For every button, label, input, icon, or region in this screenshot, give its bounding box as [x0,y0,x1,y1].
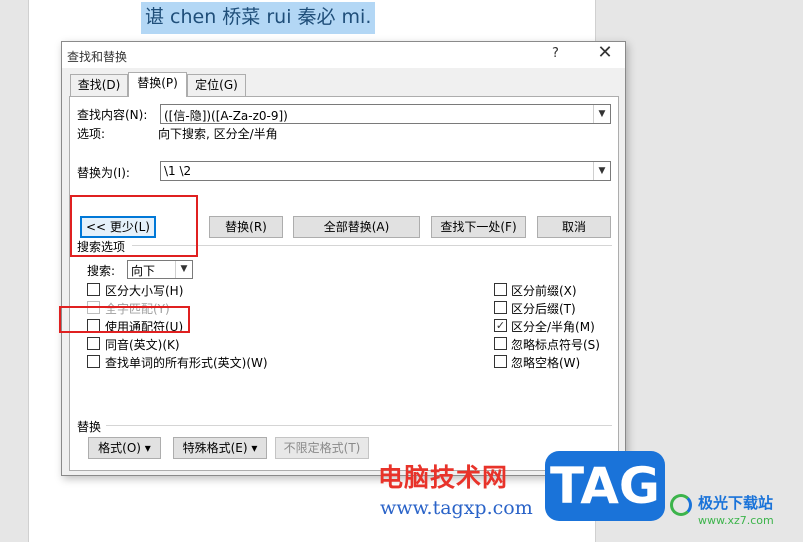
checkbox-ignore-spaces[interactable] [494,355,507,368]
checkbox-sounds-like-label[interactable]: 同音(英文)(K) [105,336,180,353]
search-direction-label: 搜索: [87,264,116,278]
dialog-titlebar[interactable]: 查找和替换 ? ✕ [62,42,625,68]
checkbox-all-word-forms-label[interactable]: 查找单词的所有形式(英文)(W) [105,354,268,371]
replace-label: 替换为(I): [77,166,130,180]
checkbox-sounds-like[interactable] [87,337,100,350]
checkbox-match-prefix[interactable] [494,283,507,296]
find-replace-dialog: 查找和替换 ? ✕ 查找(D) 替换(P) 定位(G) 查找内容(N): ([⁠… [61,41,626,476]
options-label: 选项: [77,127,106,141]
checkbox-match-width-label[interactable]: 区分全/半角(M) [511,318,595,335]
replace-input[interactable]: \1 \2 ▼ [160,161,611,181]
checkbox-match-case[interactable] [87,283,100,296]
checkbox-ignore-spaces-label[interactable]: 忽略空格(W) [511,354,580,371]
replace-button[interactable]: 替换(R) [209,216,283,238]
replace-tab-panel: 查找内容(N): ([⁠信-隐])([A-Za-z0-9]) ▼ 选项: 向下搜… [69,96,619,471]
tag-logo: TAG [545,451,665,521]
replace-all-button[interactable]: 全部替换(A) [293,216,420,238]
chevron-down-icon[interactable]: ▼ [593,162,610,180]
close-icon[interactable]: ✕ [593,42,617,63]
jiguang-logo-icon [670,494,692,516]
watermark-site-name: 电脑技术网 [378,463,509,492]
highlight-less-button-box [70,195,198,257]
find-input[interactable]: ([⁠信-隐])([A-Za-z0-9]) ▼ [160,104,611,124]
checkbox-match-width[interactable]: ✓ [494,319,507,332]
search-direction-select[interactable]: 向下 ▼ [127,260,193,279]
dialog-title: 查找和替换 [67,50,128,64]
search-options-divider [132,245,612,246]
chevron-down-icon[interactable]: ▼ [175,261,192,278]
highlight-wildcards-box [59,306,190,333]
replace-section-heading: 替换 [77,420,102,434]
checkbox-match-case-label[interactable]: 区分大小写(H) [105,282,183,299]
tab-replace[interactable]: 替换(P) [128,72,187,97]
no-formatting-button: 不限定格式(T) [275,437,369,459]
find-next-button[interactable]: 查找下一处(F) [431,216,526,238]
find-input-value: ([⁠信-隐])([A-Za-z0-9]) [164,109,288,123]
chevron-down-icon[interactable]: ▼ [593,105,610,123]
jiguang-site-name: 极光下载站 [698,494,774,512]
special-format-button[interactable]: 特殊格式(E) ▾ [173,437,267,459]
tab-goto[interactable]: 定位(G) [187,74,246,96]
checkbox-match-prefix-label[interactable]: 区分前缀(X) [511,282,577,299]
jiguang-site-url: www.xz7.com [698,514,774,527]
checkbox-ignore-punctuation-label[interactable]: 忽略标点符号(S) [511,336,600,353]
find-label: 查找内容(N): [77,108,148,122]
cancel-button[interactable]: 取消 [537,216,611,238]
selected-document-text[interactable]: 谌 chen 桥菜 rui 秦必 mi. [141,2,376,34]
format-button[interactable]: 格式(O) ▾ [88,437,161,459]
checkbox-ignore-punctuation[interactable] [494,337,507,350]
replace-section-divider [106,425,612,426]
options-value: 向下搜索, 区分全/半角 [158,127,278,141]
replace-input-value: \1 \2 [164,164,192,178]
help-button[interactable]: ? [552,46,559,61]
checkbox-match-suffix[interactable] [494,301,507,314]
watermark-url: www.tagxp.com [380,497,533,519]
checkbox-all-word-forms[interactable] [87,355,100,368]
search-direction-value: 向下 [131,264,156,278]
tab-find[interactable]: 查找(D) [70,74,128,96]
checkbox-match-suffix-label[interactable]: 区分后缀(T) [511,300,576,317]
